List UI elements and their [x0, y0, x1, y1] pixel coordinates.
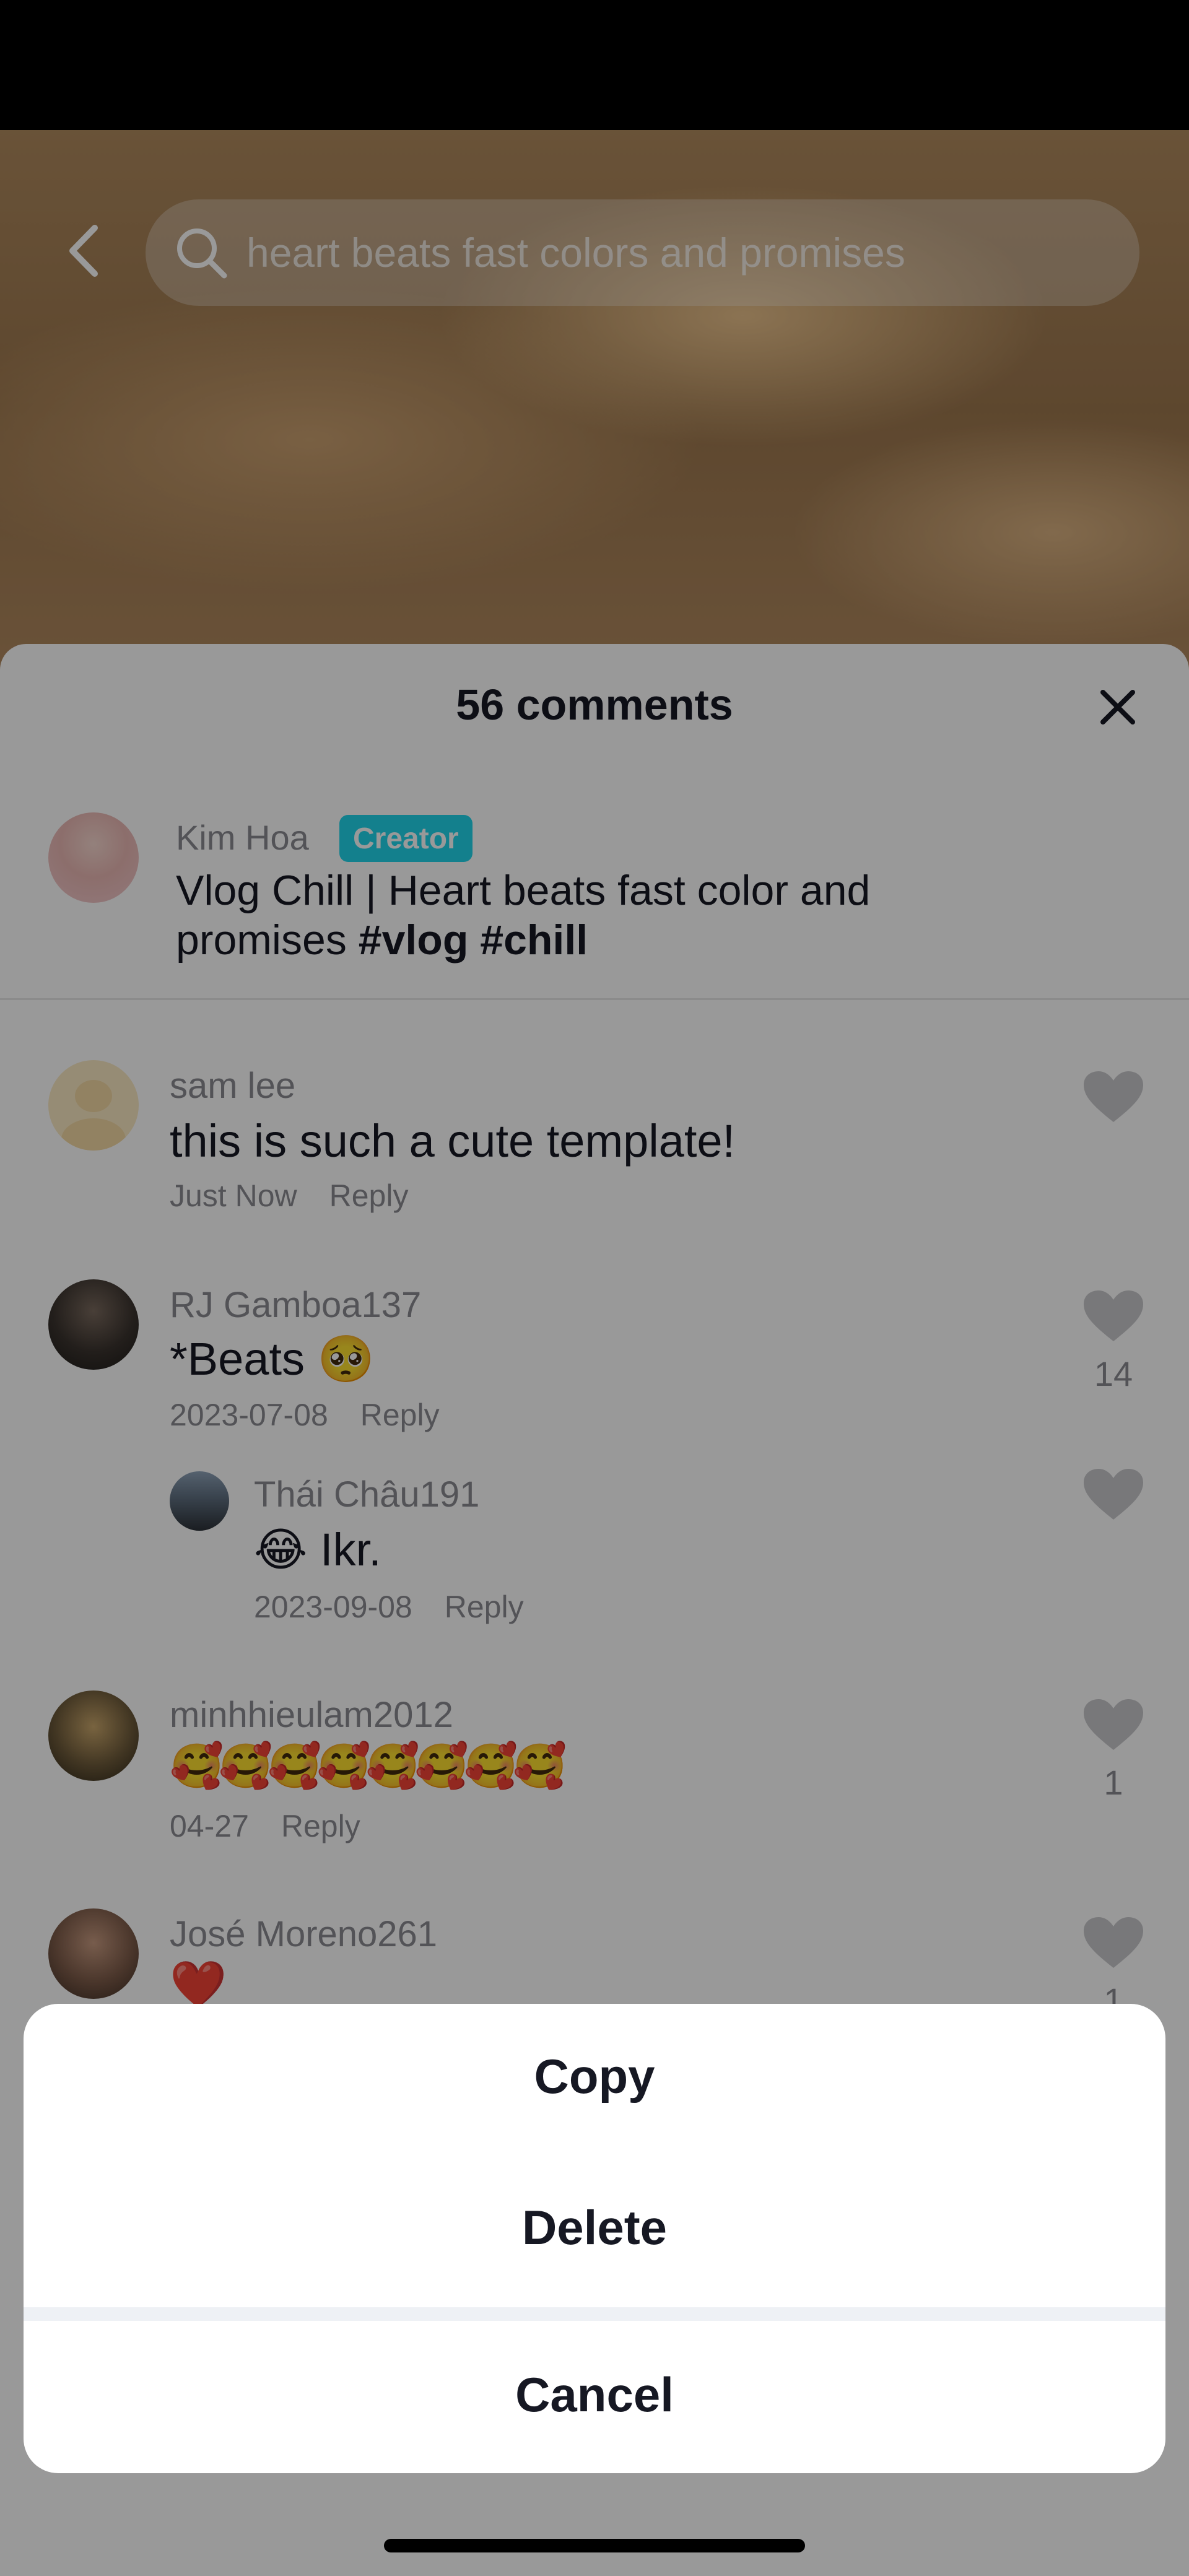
action-separator: [24, 2307, 1165, 2321]
status-bar: [0, 0, 1189, 130]
delete-button[interactable]: Delete: [24, 2200, 1165, 2256]
copy-button[interactable]: Copy: [24, 2048, 1165, 2105]
home-indicator: [384, 2539, 805, 2552]
cancel-button[interactable]: Cancel: [24, 2367, 1165, 2423]
comment-action-sheet: Copy Delete Cancel: [24, 2004, 1165, 2473]
